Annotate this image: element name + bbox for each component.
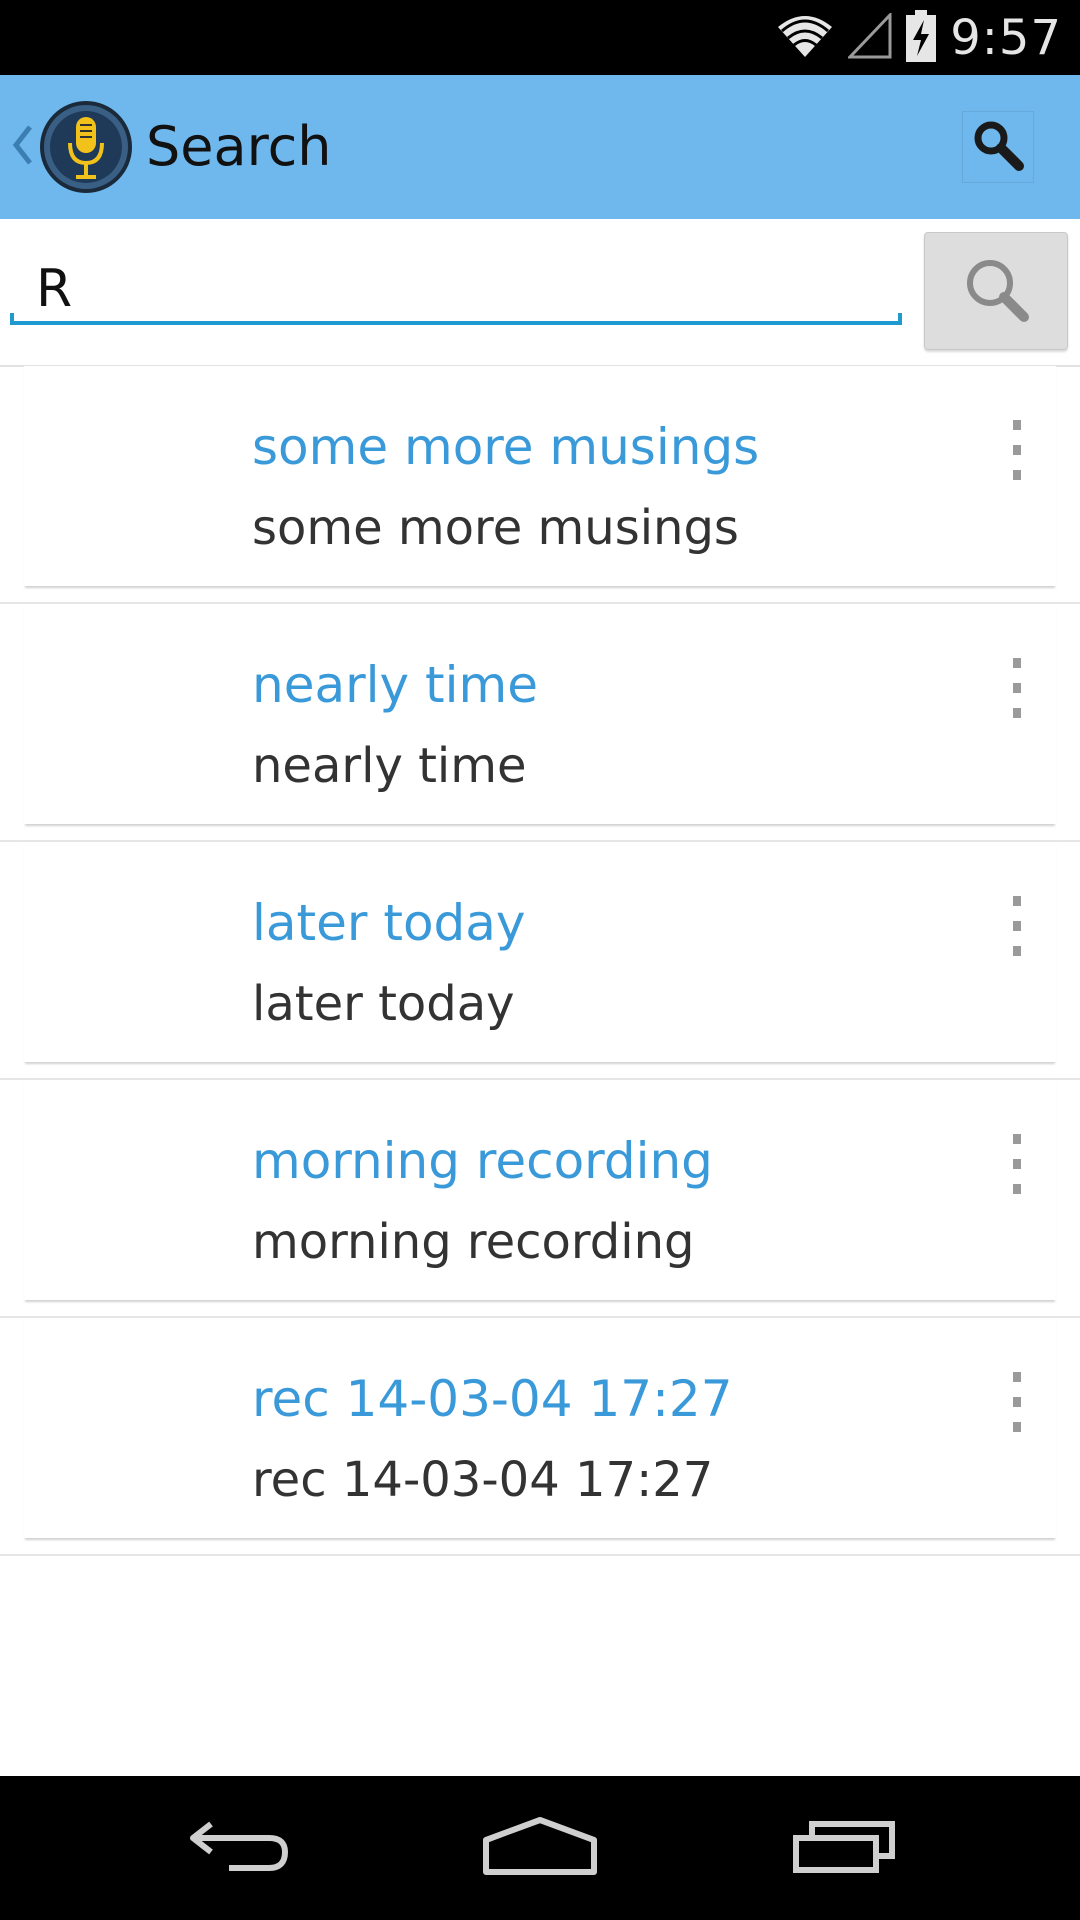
action-search-button[interactable] bbox=[962, 111, 1034, 183]
status-icons: 9:57 bbox=[776, 0, 1062, 75]
list-item-card bbox=[24, 604, 1056, 824]
home-button[interactable] bbox=[470, 1798, 610, 1898]
overflow-menu-icon[interactable] bbox=[1000, 1372, 1034, 1432]
back-icon bbox=[185, 1816, 295, 1880]
list-item-subtitle: nearly time bbox=[252, 738, 527, 794]
list-item-subtitle: morning recording bbox=[252, 1214, 695, 1270]
overflow-menu-icon[interactable] bbox=[1000, 420, 1034, 480]
overflow-menu-icon[interactable] bbox=[1000, 896, 1034, 956]
list-item-title: some more musings bbox=[252, 418, 760, 476]
list-item[interactable]: rec 14-03-04 17:27 rec 14-03-04 17:27 bbox=[0, 1318, 1080, 1556]
list-item-title: nearly time bbox=[252, 656, 538, 714]
results-list: some more musings some more musings near… bbox=[0, 366, 1080, 1556]
list-item[interactable]: later today later today bbox=[0, 842, 1080, 1080]
navigation-bar bbox=[0, 1776, 1080, 1920]
search-area bbox=[0, 219, 1080, 367]
microphone-app-icon[interactable] bbox=[38, 99, 134, 195]
list-item-subtitle: rec 14-03-04 17:27 bbox=[252, 1452, 714, 1508]
list-item[interactable]: morning recording morning recording bbox=[0, 1080, 1080, 1318]
back-chevron-icon[interactable] bbox=[12, 125, 34, 176]
search-input-underline bbox=[10, 313, 902, 325]
search-icon bbox=[960, 253, 1032, 329]
list-item[interactable]: some more musings some more musings bbox=[0, 366, 1080, 604]
list-item-title: later today bbox=[252, 894, 526, 952]
overflow-menu-icon[interactable] bbox=[1000, 658, 1034, 718]
wifi-icon bbox=[776, 13, 834, 63]
search-button[interactable] bbox=[924, 232, 1068, 350]
list-item-title: rec 14-03-04 17:27 bbox=[252, 1370, 733, 1428]
list-item-title: morning recording bbox=[252, 1132, 713, 1190]
page-title: Search bbox=[146, 115, 332, 178]
overflow-menu-icon[interactable] bbox=[1000, 1134, 1034, 1194]
recent-apps-button[interactable] bbox=[775, 1798, 915, 1898]
action-bar: Search bbox=[0, 75, 1080, 219]
search-icon bbox=[963, 121, 1033, 186]
cell-signal-icon bbox=[846, 10, 892, 63]
recent-apps-icon bbox=[790, 1816, 900, 1880]
status-time: 9:57 bbox=[950, 9, 1062, 66]
home-icon bbox=[480, 1814, 600, 1882]
back-button[interactable] bbox=[170, 1798, 310, 1898]
list-item[interactable]: nearly time nearly time bbox=[0, 604, 1080, 842]
battery-charging-icon bbox=[906, 9, 937, 66]
status-bar: 9:57 bbox=[0, 0, 1080, 75]
list-item-subtitle: later today bbox=[252, 976, 515, 1032]
list-item-card bbox=[24, 842, 1056, 1062]
list-item-subtitle: some more musings bbox=[252, 500, 739, 556]
